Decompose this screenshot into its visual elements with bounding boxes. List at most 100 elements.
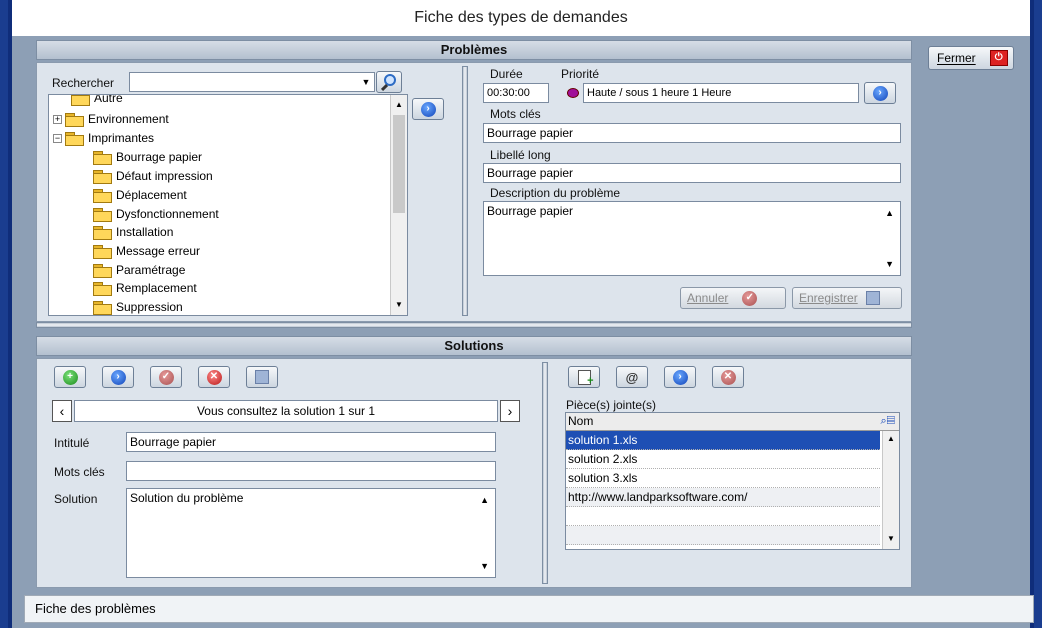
cancel-button[interactable]: Annuler ✓ [680, 287, 786, 309]
category-tree[interactable]: Autre + Environnement − Imprimantes Bourra… [48, 94, 408, 316]
solution-textarea[interactable]: Solution du problème ▲ ▼ [126, 488, 496, 578]
validate-solution-button[interactable]: ✓ [150, 366, 182, 388]
close-icon: ✕ [720, 369, 736, 385]
add-solution-button[interactable]: + [54, 366, 86, 388]
app-window: Fiche des types de demandes Fermer ⏻ Pro… [8, 0, 1034, 628]
description-textarea[interactable]: Bourrage papier ▲ ▼ [483, 201, 901, 276]
filter-icon[interactable]: ⌕▤ [880, 413, 895, 430]
arrow-right-icon: › [872, 85, 888, 101]
scroll-down-icon[interactable]: ▼ [393, 299, 405, 311]
expand-icon[interactable]: + [53, 114, 62, 124]
priorite-label: Priorité [561, 67, 600, 81]
delete-attachment-button[interactable]: ✕ [712, 366, 744, 388]
add-attachment-button[interactable]: + [568, 366, 600, 388]
search-label: Rechercher [52, 76, 115, 90]
status-bar: Fiche des problèmes [24, 595, 1034, 623]
tree-item[interactable]: Paramétrage [93, 261, 185, 279]
intitule-label: Intitulé [54, 436, 90, 450]
folder-icon [93, 208, 112, 222]
folder-icon [93, 151, 112, 165]
scroll-up-icon[interactable]: ▲ [393, 99, 405, 111]
scroll-up-icon[interactable]: ▲ [885, 208, 894, 218]
collapse-icon[interactable]: − [53, 133, 62, 143]
intitule-field[interactable]: Bourrage papier [126, 432, 496, 452]
solution-mots-cles-label: Mots clés [54, 465, 105, 479]
search-icon[interactable] [376, 71, 402, 93]
attachments-label: Pièce(s) jointe(s) [566, 398, 657, 412]
tree-go-button[interactable]: › [412, 98, 444, 120]
close-button-label: Fermer [937, 51, 976, 65]
folder-icon [93, 282, 112, 296]
scroll-down-icon[interactable]: ▼ [885, 259, 894, 269]
attachment-row[interactable] [566, 507, 880, 526]
scroll-down-icon[interactable]: ▼ [480, 561, 489, 571]
tree-item[interactable]: Bourrage papier [93, 148, 202, 166]
attachments-table[interactable]: Nom ⌕▤ solution 1.xls solution 2.xls sol… [565, 412, 900, 550]
panel-splitter[interactable] [462, 66, 468, 316]
solutions-header: Solutions [36, 336, 912, 356]
next-solution-button[interactable]: › [102, 366, 134, 388]
attachment-row[interactable] [566, 526, 880, 545]
tree-item[interactable]: Défaut impression [93, 167, 213, 185]
description-text: Bourrage papier [487, 204, 574, 218]
add-link-button[interactable]: @ [616, 366, 648, 388]
scroll-up-icon[interactable]: ▲ [480, 495, 489, 505]
power-icon: ⏻ [989, 50, 1008, 66]
folder-icon [93, 189, 112, 203]
tree-item[interactable]: + Environnement [53, 110, 169, 128]
solution-nav-text: Vous consultez la solution 1 sur 1 [74, 400, 498, 422]
floppy-icon [865, 291, 880, 305]
tree-item[interactable]: Remplacement [93, 279, 197, 297]
attachment-row[interactable]: solution 3.xls [566, 469, 880, 488]
next-arrow-icon[interactable]: › [500, 400, 520, 422]
mots-cles-field[interactable]: Bourrage papier [483, 123, 901, 143]
folder-icon [93, 170, 112, 184]
libelle-long-field[interactable]: Bourrage papier [483, 163, 901, 183]
delete-solution-button[interactable]: ✕ [198, 366, 230, 388]
folder-icon [65, 132, 84, 146]
tree-item[interactable]: − Imprimantes [53, 129, 154, 147]
magnifier-handle [380, 83, 389, 92]
attachment-row[interactable]: http://www.landparksoftware.com/ [566, 488, 880, 507]
tree-scrollbar[interactable]: ▲ ▼ [390, 95, 407, 315]
plus-icon: + [62, 369, 78, 385]
check-icon: ✓ [742, 290, 758, 306]
attachment-row[interactable]: solution 1.xls [566, 431, 880, 450]
save-button[interactable]: Enregistrer [792, 287, 902, 309]
scroll-down-icon[interactable]: ▼ [885, 533, 897, 545]
scroll-up-icon[interactable]: ▲ [885, 433, 897, 445]
scrollbar-thumb[interactable] [393, 115, 405, 213]
problems-header: Problèmes [36, 40, 912, 60]
folder-icon [93, 245, 112, 259]
priorite-field[interactable]: Haute / sous 1 heure 1 Heure [583, 83, 859, 103]
folder-icon [93, 264, 112, 278]
save-solution-button[interactable] [246, 366, 278, 388]
tree-item[interactable]: Message erreur [93, 242, 200, 260]
attachments-column-header[interactable]: Nom ⌕▤ [566, 413, 899, 431]
mots-cles-label: Mots clés [490, 107, 541, 121]
tree-item[interactable]: Autre [71, 95, 123, 107]
search-dropdown-button[interactable]: ▼ [359, 74, 373, 90]
solutions-splitter[interactable] [542, 362, 548, 584]
save-button-label: Enregistrer [799, 291, 858, 305]
tree-item[interactable]: Suppression [93, 298, 183, 315]
search-input[interactable] [129, 72, 375, 92]
section-splitter[interactable] [36, 322, 912, 328]
attachments-scrollbar[interactable]: ▲ ▼ [882, 431, 899, 549]
tree-item[interactable]: Déplacement [93, 186, 187, 204]
folder-icon [93, 226, 112, 240]
arrow-right-icon: › [110, 369, 126, 385]
duree-field[interactable]: 00:30:00 [483, 83, 549, 103]
close-button[interactable]: Fermer ⏻ [928, 46, 1014, 70]
duree-label: Durée [490, 67, 523, 81]
floppy-icon [255, 370, 269, 384]
tree-item[interactable]: Dysfonctionnement [93, 205, 219, 223]
description-label: Description du problème [490, 186, 621, 200]
tree-item[interactable]: Installation [93, 223, 173, 241]
previous-arrow-icon[interactable]: ‹ [52, 400, 72, 422]
attachment-row[interactable]: solution 2.xls [566, 450, 880, 469]
priority-select-button[interactable]: › [864, 82, 896, 104]
window-title: Fiche des types de demandes [12, 0, 1030, 36]
open-attachment-button[interactable]: › [664, 366, 696, 388]
solution-mots-cles-field[interactable] [126, 461, 496, 481]
